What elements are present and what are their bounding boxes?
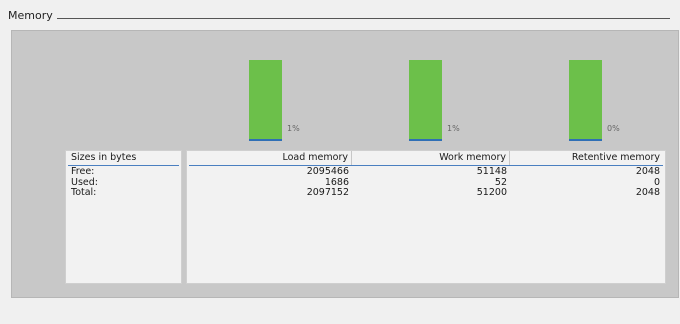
memory-values-table: Load memory Work memory Retentive memory… [186, 150, 666, 284]
table-cell: 51148 [476, 166, 507, 177]
load-memory-gauge [249, 60, 282, 141]
memory-panel: 1% 1% 0% Sizes in bytes Free: Used: Tota… [11, 30, 679, 298]
sizes-label-table: Sizes in bytes Free: Used: Total: [65, 150, 182, 284]
table-cell: 2048 [635, 166, 660, 177]
sizes-in-bytes-header: Sizes in bytes [71, 152, 137, 163]
load-memory-percent: 1% [287, 124, 300, 133]
table-cell: 2048 [635, 187, 660, 198]
work-memory-gauge [409, 60, 442, 141]
column-header-load-memory[interactable]: Load memory [189, 151, 352, 165]
table-row: 2097152 51200 2048 [187, 187, 665, 199]
section-divider [57, 18, 670, 19]
row-labels: Free: Used: Total: [66, 166, 181, 199]
memory-header-row: Load memory Work memory Retentive memory [189, 151, 663, 166]
table-cell: 2097152 [306, 187, 349, 198]
work-memory-percent: 1% [447, 124, 460, 133]
memory-section-title: Memory [8, 9, 56, 22]
table-cell: 51200 [476, 187, 507, 198]
table-row: 1686 52 0 [187, 177, 665, 189]
retentive-memory-gauge [569, 60, 602, 141]
column-header-work-memory[interactable]: Work memory [352, 151, 510, 165]
retentive-memory-percent: 0% [607, 124, 620, 133]
table-cell: 2095466 [306, 166, 349, 177]
table-row: 2095466 51148 2048 [187, 166, 665, 178]
column-header-retentive-memory[interactable]: Retentive memory [510, 151, 663, 165]
sizes-header-row: Sizes in bytes [68, 151, 179, 166]
row-label-total: Total: [71, 187, 97, 198]
row-label-free: Free: [71, 166, 95, 177]
